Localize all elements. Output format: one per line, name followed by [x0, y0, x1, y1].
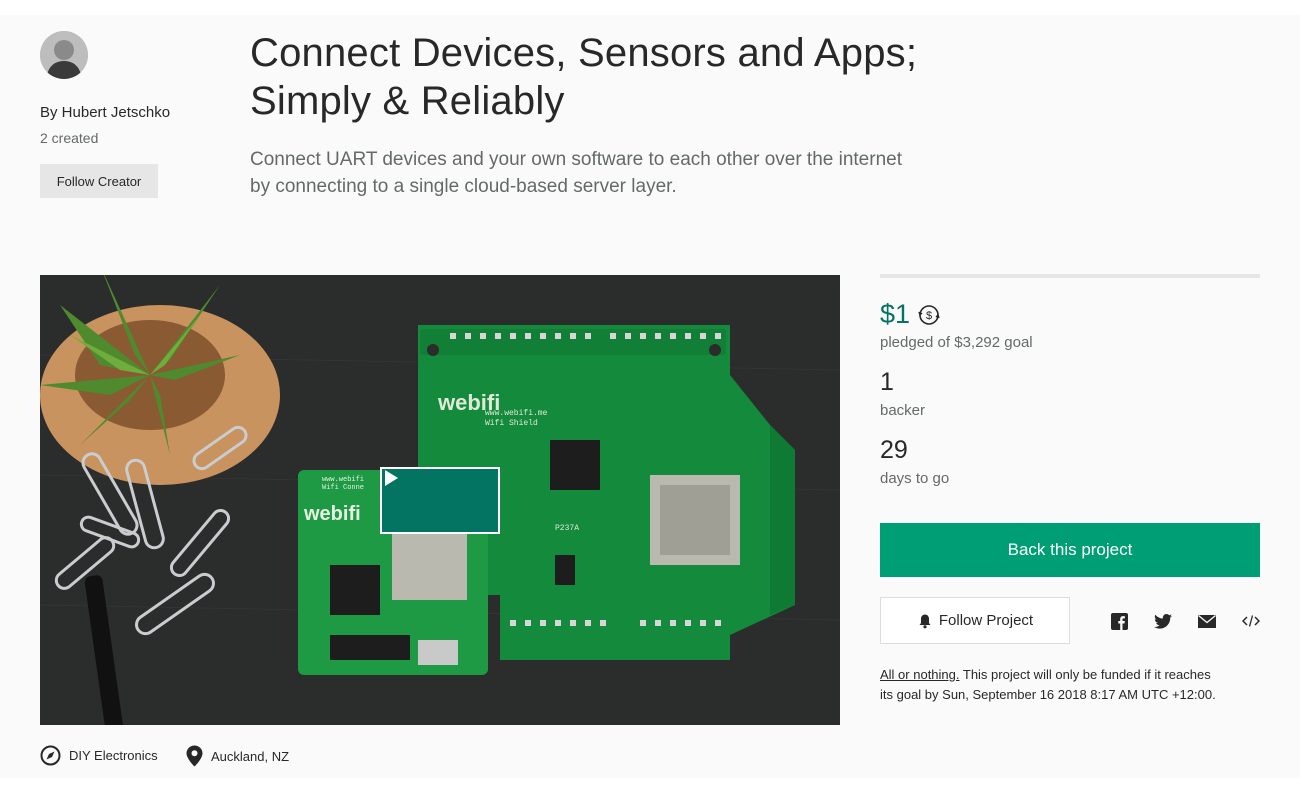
location-label: Auckland, NZ: [211, 748, 290, 764]
days-count: 29: [880, 436, 908, 464]
project-video[interactable]: webifi www.webifi.me Wifi Shield P237A w…: [40, 275, 840, 725]
backers-label: backer: [880, 402, 926, 419]
days-label: days to go: [880, 470, 950, 487]
facebook-icon[interactable]: [1110, 612, 1128, 630]
svg-text:$: $: [926, 310, 932, 322]
pledged-value: $1: [880, 299, 911, 329]
embed-icon[interactable]: [1242, 612, 1260, 630]
funding-progress-bar: [880, 274, 1260, 278]
category-tag[interactable]: DIY Electronics: [40, 745, 158, 766]
small-board-sub: Wifi Conne: [322, 484, 364, 492]
funding-terms: All or nothing. This project will only b…: [880, 665, 1260, 705]
project-title-line1: Connect Devices, Sensors and Apps;: [250, 31, 918, 75]
project-title-line2: Simply & Reliably: [250, 79, 565, 123]
location-tag[interactable]: Auckland, NZ: [186, 745, 289, 767]
funding-terms-line2: its goal by Sun, September 16 2018 8:17 …: [880, 687, 1216, 702]
compass-icon: [40, 745, 61, 766]
funding-terms-line1: This project will only be funded if it r…: [959, 667, 1211, 682]
creator-avatar[interactable]: [40, 31, 88, 79]
currency-conversion-icon[interactable]: $: [916, 302, 942, 328]
creator-name[interactable]: By Hubert Jetschko: [40, 104, 170, 121]
all-or-nothing-link[interactable]: All or nothing.: [880, 667, 960, 682]
project-page: By Hubert Jetschko 2 created Follow Crea…: [0, 15, 1300, 778]
project-blurb: Connect UART devices and your own softwa…: [250, 146, 1010, 200]
small-board-brand: webifi: [303, 503, 361, 525]
small-board-url: www.webifi: [322, 476, 364, 484]
bell-icon: [919, 614, 931, 628]
board-part: P237A: [555, 524, 579, 533]
location-pin-icon: [186, 745, 203, 767]
follow-project-label: Follow Project: [938, 612, 1034, 629]
follow-creator-button[interactable]: Follow Creator: [40, 164, 158, 198]
category-label: DIY Electronics: [69, 748, 158, 763]
back-project-button[interactable]: Back this project: [880, 523, 1260, 577]
created-count: 2 created: [40, 130, 99, 146]
email-icon[interactable]: [1198, 612, 1216, 630]
backers-count: 1: [880, 368, 894, 396]
blurb-line2: by connecting to a single cloud-based se…: [250, 176, 677, 197]
goal-text: pledged of $3,292 goal: [880, 334, 1033, 351]
blurb-line1: Connect UART devices and your own softwa…: [250, 149, 902, 170]
follow-project-button[interactable]: Follow Project: [880, 597, 1070, 644]
board-sub: Wifi Shield: [485, 419, 538, 428]
project-title: Connect Devices, Sensors and Apps; Simpl…: [250, 29, 1050, 125]
twitter-icon[interactable]: [1154, 612, 1172, 630]
pledged-amount: $1 $: [880, 299, 942, 330]
play-button[interactable]: [380, 467, 500, 534]
play-icon: [385, 470, 398, 486]
board-url: www.webifi.me: [485, 409, 548, 418]
